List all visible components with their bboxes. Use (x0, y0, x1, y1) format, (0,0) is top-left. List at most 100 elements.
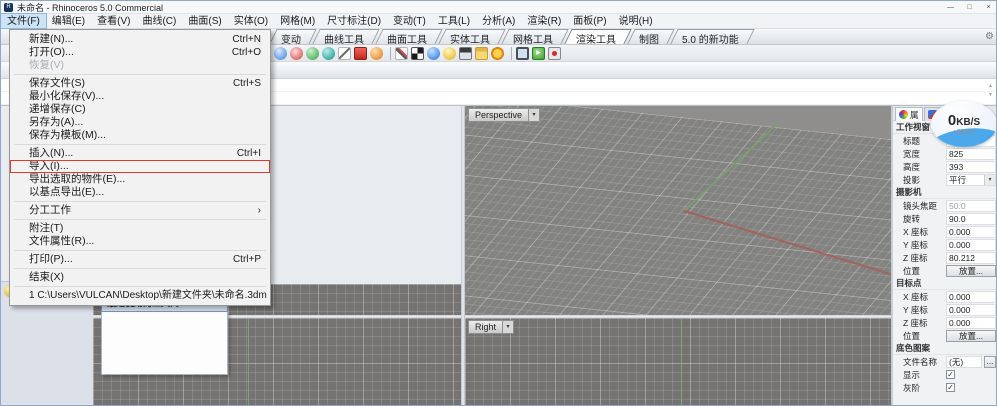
menu-item-save-small[interactable]: 最小化保存(V)... (10, 90, 270, 103)
viewport-menu-arrow-icon[interactable]: ▾ (529, 108, 540, 122)
curve-icon[interactable] (338, 47, 351, 60)
menubar-item-help[interactable]: 说明(H) (613, 14, 659, 28)
orange-sphere-icon[interactable] (370, 47, 383, 60)
globe-icon[interactable] (274, 47, 287, 60)
menu-item-export-selected[interactable]: 导出选取的物件(E)... (10, 173, 270, 186)
grayscale-checkbox[interactable]: ✓ (946, 383, 955, 392)
scroll-up-icon[interactable]: ▲ (988, 82, 993, 91)
row-cam-x: X 座标 0.000 (893, 225, 997, 238)
close-button[interactable]: × (979, 1, 997, 14)
tab-render-tools[interactable]: 渲染工具 (564, 29, 631, 44)
menu-item-print[interactable]: 打印(P)...Ctrl+P (10, 253, 270, 266)
green-globe-icon[interactable] (306, 47, 319, 60)
menu-item-incremental-save[interactable]: 递增保存(C) (10, 103, 270, 116)
viewport-right[interactable]: Right ▾ (465, 318, 891, 406)
scroll-down-icon[interactable]: ▼ (988, 91, 993, 100)
teal-sphere-icon[interactable] (322, 47, 335, 60)
viewport-height-value[interactable]: 393 (946, 161, 996, 173)
menu-item-file-properties[interactable]: 文件属性(R)... (10, 235, 270, 248)
target-z-value[interactable]: 0.000 (946, 317, 996, 329)
menubar-item-mesh[interactable]: 网格(M) (274, 14, 321, 28)
section-camera: 摄影机 (893, 186, 997, 199)
viewport-width-value[interactable]: 825 (946, 148, 996, 160)
show-checkbox[interactable]: ✓ (946, 370, 955, 379)
blue-sphere-icon[interactable] (427, 47, 440, 60)
menubar-item-file[interactable]: 文件(F) (1, 14, 46, 28)
menu-item-exit[interactable]: 结束(X) (10, 271, 270, 284)
menu-item-recent-file[interactable]: 1 C:\Users\VULCAN\Desktop\新建文件夹\未命名.3dm (10, 289, 270, 302)
tab-mesh-tools[interactable]: 网格工具 (501, 29, 568, 44)
menu-item-save-as-template[interactable]: 保存为模板(M)... (10, 129, 270, 142)
clapper-icon[interactable] (459, 47, 472, 60)
command-scrollbar[interactable]: ▲ ▼ (986, 82, 995, 100)
tab-drafting[interactable]: 制图 (627, 29, 674, 44)
menubar-item-tools[interactable]: 工具(L) (432, 14, 476, 28)
camera-y-value[interactable]: 0.000 (946, 239, 996, 251)
menu-item-new[interactable]: 新建(N)...Ctrl+N (10, 33, 270, 46)
menu-item-import[interactable]: 导入(I)... (10, 160, 270, 173)
menubar-item-panels[interactable]: 面板(P) (567, 14, 612, 28)
menu-item-open[interactable]: 打开(O)...Ctrl+O (10, 46, 270, 59)
checker-icon[interactable] (411, 47, 424, 60)
menu-item-save-as[interactable]: 另存为(A)... (10, 116, 270, 129)
tab-transform[interactable]: 变动 (269, 29, 316, 44)
minimize-button[interactable]: — (941, 1, 960, 14)
tab-solid-tools[interactable]: 实体工具 (438, 29, 505, 44)
viewport-perspective[interactable]: Perspective ▾ (465, 106, 891, 315)
tab-properties[interactable]: 属 (895, 107, 923, 121)
menubar-item-surface[interactable]: 曲面(S) (182, 14, 227, 28)
menubar-item-render[interactable]: 渲染(R) (521, 14, 567, 28)
tab-new-features[interactable]: 5.0 的新功能 (670, 29, 754, 44)
toolbar-separator (390, 47, 391, 60)
lens-value: 50.0 (946, 200, 996, 212)
projection-select[interactable]: 平行▾ (946, 174, 996, 186)
menu-item-insert[interactable]: 插入(N)...Ctrl+I (10, 147, 270, 160)
viewport-vertical-divider[interactable] (461, 106, 465, 406)
browse-button[interactable]: ... (984, 356, 996, 368)
section-wallpaper: 底色图案 (893, 342, 997, 355)
menubar-item-transform[interactable]: 变动(T) (387, 14, 432, 28)
network-speed-bubble[interactable]: 0KB/S +0KB/s (927, 101, 997, 149)
rotation-value[interactable]: 90.0 (946, 213, 996, 225)
record-icon[interactable] (548, 47, 561, 60)
chevron-down-icon[interactable]: ▾ (984, 175, 995, 185)
red-box-icon[interactable] (354, 47, 367, 60)
monitor-icon[interactable] (516, 47, 529, 60)
tab-surface-tools[interactable]: 曲面工具 (375, 29, 442, 44)
menu-item-save[interactable]: 保存文件(S)Ctrl+S (10, 77, 270, 90)
eyedropper-icon[interactable] (395, 47, 408, 60)
network-upload-value: +0KB/s (953, 129, 976, 136)
target-x-value[interactable]: 0.000 (946, 291, 996, 303)
viewport-menu-arrow-icon[interactable]: ▾ (503, 320, 514, 334)
menu-item-worksession[interactable]: 分工工作› (10, 204, 270, 217)
menubar-item-curve[interactable]: 曲线(C) (136, 14, 182, 28)
menubar-item-analyze[interactable]: 分析(A) (476, 14, 521, 28)
viewport-label-right[interactable]: Right (468, 320, 503, 334)
sun-icon[interactable] (491, 47, 504, 60)
network-speed-circle[interactable]: 0KB/S +0KB/s (931, 101, 997, 147)
menu-item-export-with-origin[interactable]: 以基点导出(E)... (10, 186, 270, 199)
row-target-x: X 座标 0.000 (893, 290, 997, 303)
camera-x-value[interactable]: 0.000 (946, 226, 996, 238)
folder-icon[interactable] (475, 47, 488, 60)
flower-icon[interactable] (290, 47, 303, 60)
z-axis-green (681, 318, 682, 406)
maximize-button[interactable]: □ (960, 1, 979, 14)
camera-place-button[interactable]: 放置... (946, 265, 996, 277)
gear-icon[interactable]: ⚙ (985, 31, 994, 42)
wallpaper-filename-value[interactable]: (无) (946, 356, 982, 368)
camera-z-value[interactable]: 80.212 (946, 252, 996, 264)
row-rotation: 旋转 90.0 (893, 212, 997, 225)
target-y-value[interactable]: 0.000 (946, 304, 996, 316)
target-place-button[interactable]: 放置... (946, 330, 996, 342)
properties-panel: 属 图 工作视窗 标题 Top 宽度 825 高度 (893, 106, 997, 406)
menubar-item-view[interactable]: 查看(V) (91, 14, 136, 28)
play-icon[interactable]: ▶ (532, 47, 545, 60)
viewport-label-perspective[interactable]: Perspective (468, 108, 529, 122)
tab-curve-tools[interactable]: 曲线工具 (312, 29, 379, 44)
menubar-item-dimension[interactable]: 尺寸标注(D) (321, 14, 387, 28)
menubar-item-edit[interactable]: 编辑(E) (46, 14, 91, 28)
menu-item-notes[interactable]: 附注(T) (10, 222, 270, 235)
menubar-item-solid[interactable]: 实体(O) (228, 14, 274, 28)
lamp-icon[interactable] (443, 47, 456, 60)
